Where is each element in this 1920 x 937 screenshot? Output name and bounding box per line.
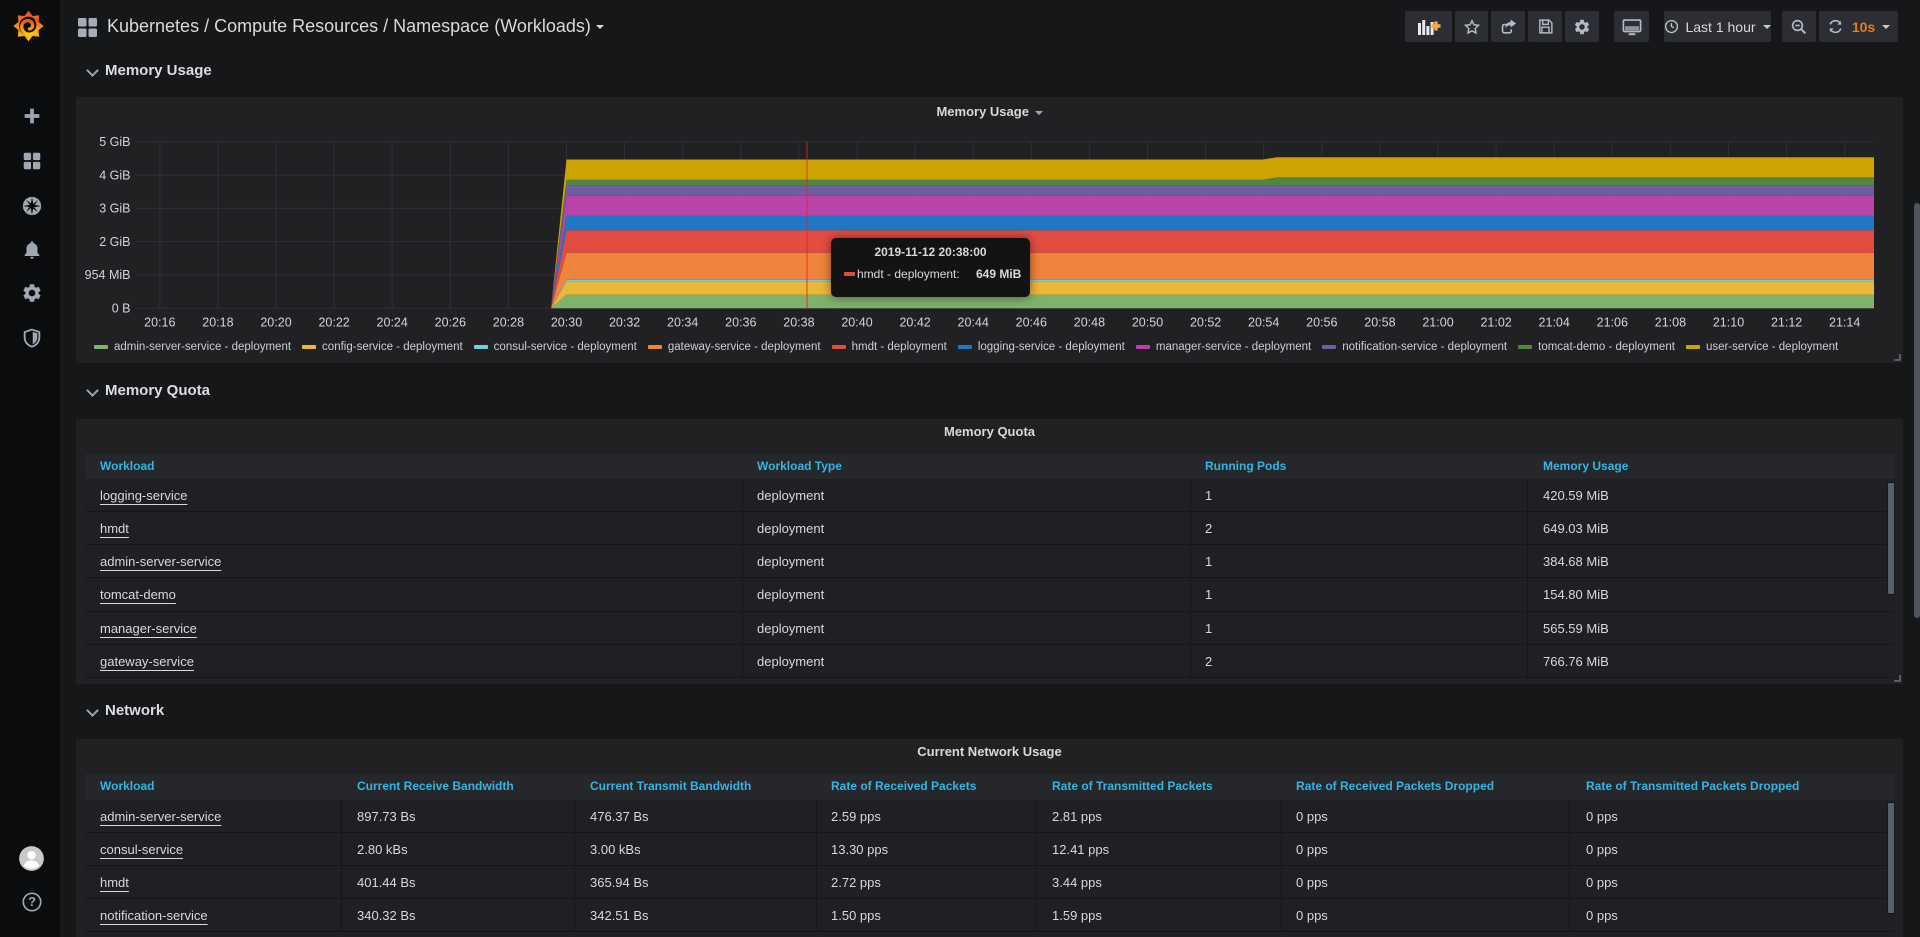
svg-text:21:12: 21:12 (1771, 316, 1802, 330)
svg-text:20:16: 20:16 (144, 316, 175, 330)
svg-text:20:54: 20:54 (1248, 316, 1279, 330)
svg-text:20:20: 20:20 (260, 316, 291, 330)
svg-text:20:40: 20:40 (841, 316, 872, 330)
svg-text:3 GiB: 3 GiB (99, 202, 130, 216)
svg-text:20:46: 20:46 (1016, 316, 1047, 330)
svg-text:20:52: 20:52 (1190, 316, 1221, 330)
svg-text:21:04: 21:04 (1539, 316, 1570, 330)
svg-text:2 GiB: 2 GiB (99, 235, 130, 249)
svg-text:20:44: 20:44 (958, 316, 989, 330)
svg-text:21:08: 21:08 (1655, 316, 1686, 330)
svg-text:21:06: 21:06 (1597, 316, 1628, 330)
svg-text:20:26: 20:26 (435, 316, 466, 330)
svg-text:20:28: 20:28 (493, 316, 524, 330)
svg-text:954 MiB: 954 MiB (85, 268, 131, 282)
svg-text:0 B: 0 B (112, 301, 131, 315)
svg-text:20:32: 20:32 (609, 316, 640, 330)
svg-text:20:34: 20:34 (667, 316, 698, 330)
svg-text:21:00: 21:00 (1422, 316, 1453, 330)
svg-text:20:50: 20:50 (1132, 316, 1163, 330)
svg-text:20:22: 20:22 (318, 316, 349, 330)
svg-text:?: ? (28, 894, 36, 909)
svg-text:21:10: 21:10 (1713, 316, 1744, 330)
svg-text:4 GiB: 4 GiB (99, 168, 130, 182)
svg-text:20:48: 20:48 (1074, 316, 1105, 330)
svg-text:21:14: 21:14 (1829, 316, 1860, 330)
svg-text:20:24: 20:24 (377, 316, 408, 330)
svg-text:20:38: 20:38 (783, 316, 814, 330)
svg-text:21:02: 21:02 (1480, 316, 1511, 330)
svg-text:5 GiB: 5 GiB (99, 135, 130, 149)
svg-text:20:56: 20:56 (1306, 316, 1337, 330)
svg-text:20:36: 20:36 (725, 316, 756, 330)
svg-text:20:30: 20:30 (551, 316, 582, 330)
svg-text:20:18: 20:18 (202, 316, 233, 330)
svg-text:20:58: 20:58 (1364, 316, 1395, 330)
svg-text:20:42: 20:42 (899, 316, 930, 330)
